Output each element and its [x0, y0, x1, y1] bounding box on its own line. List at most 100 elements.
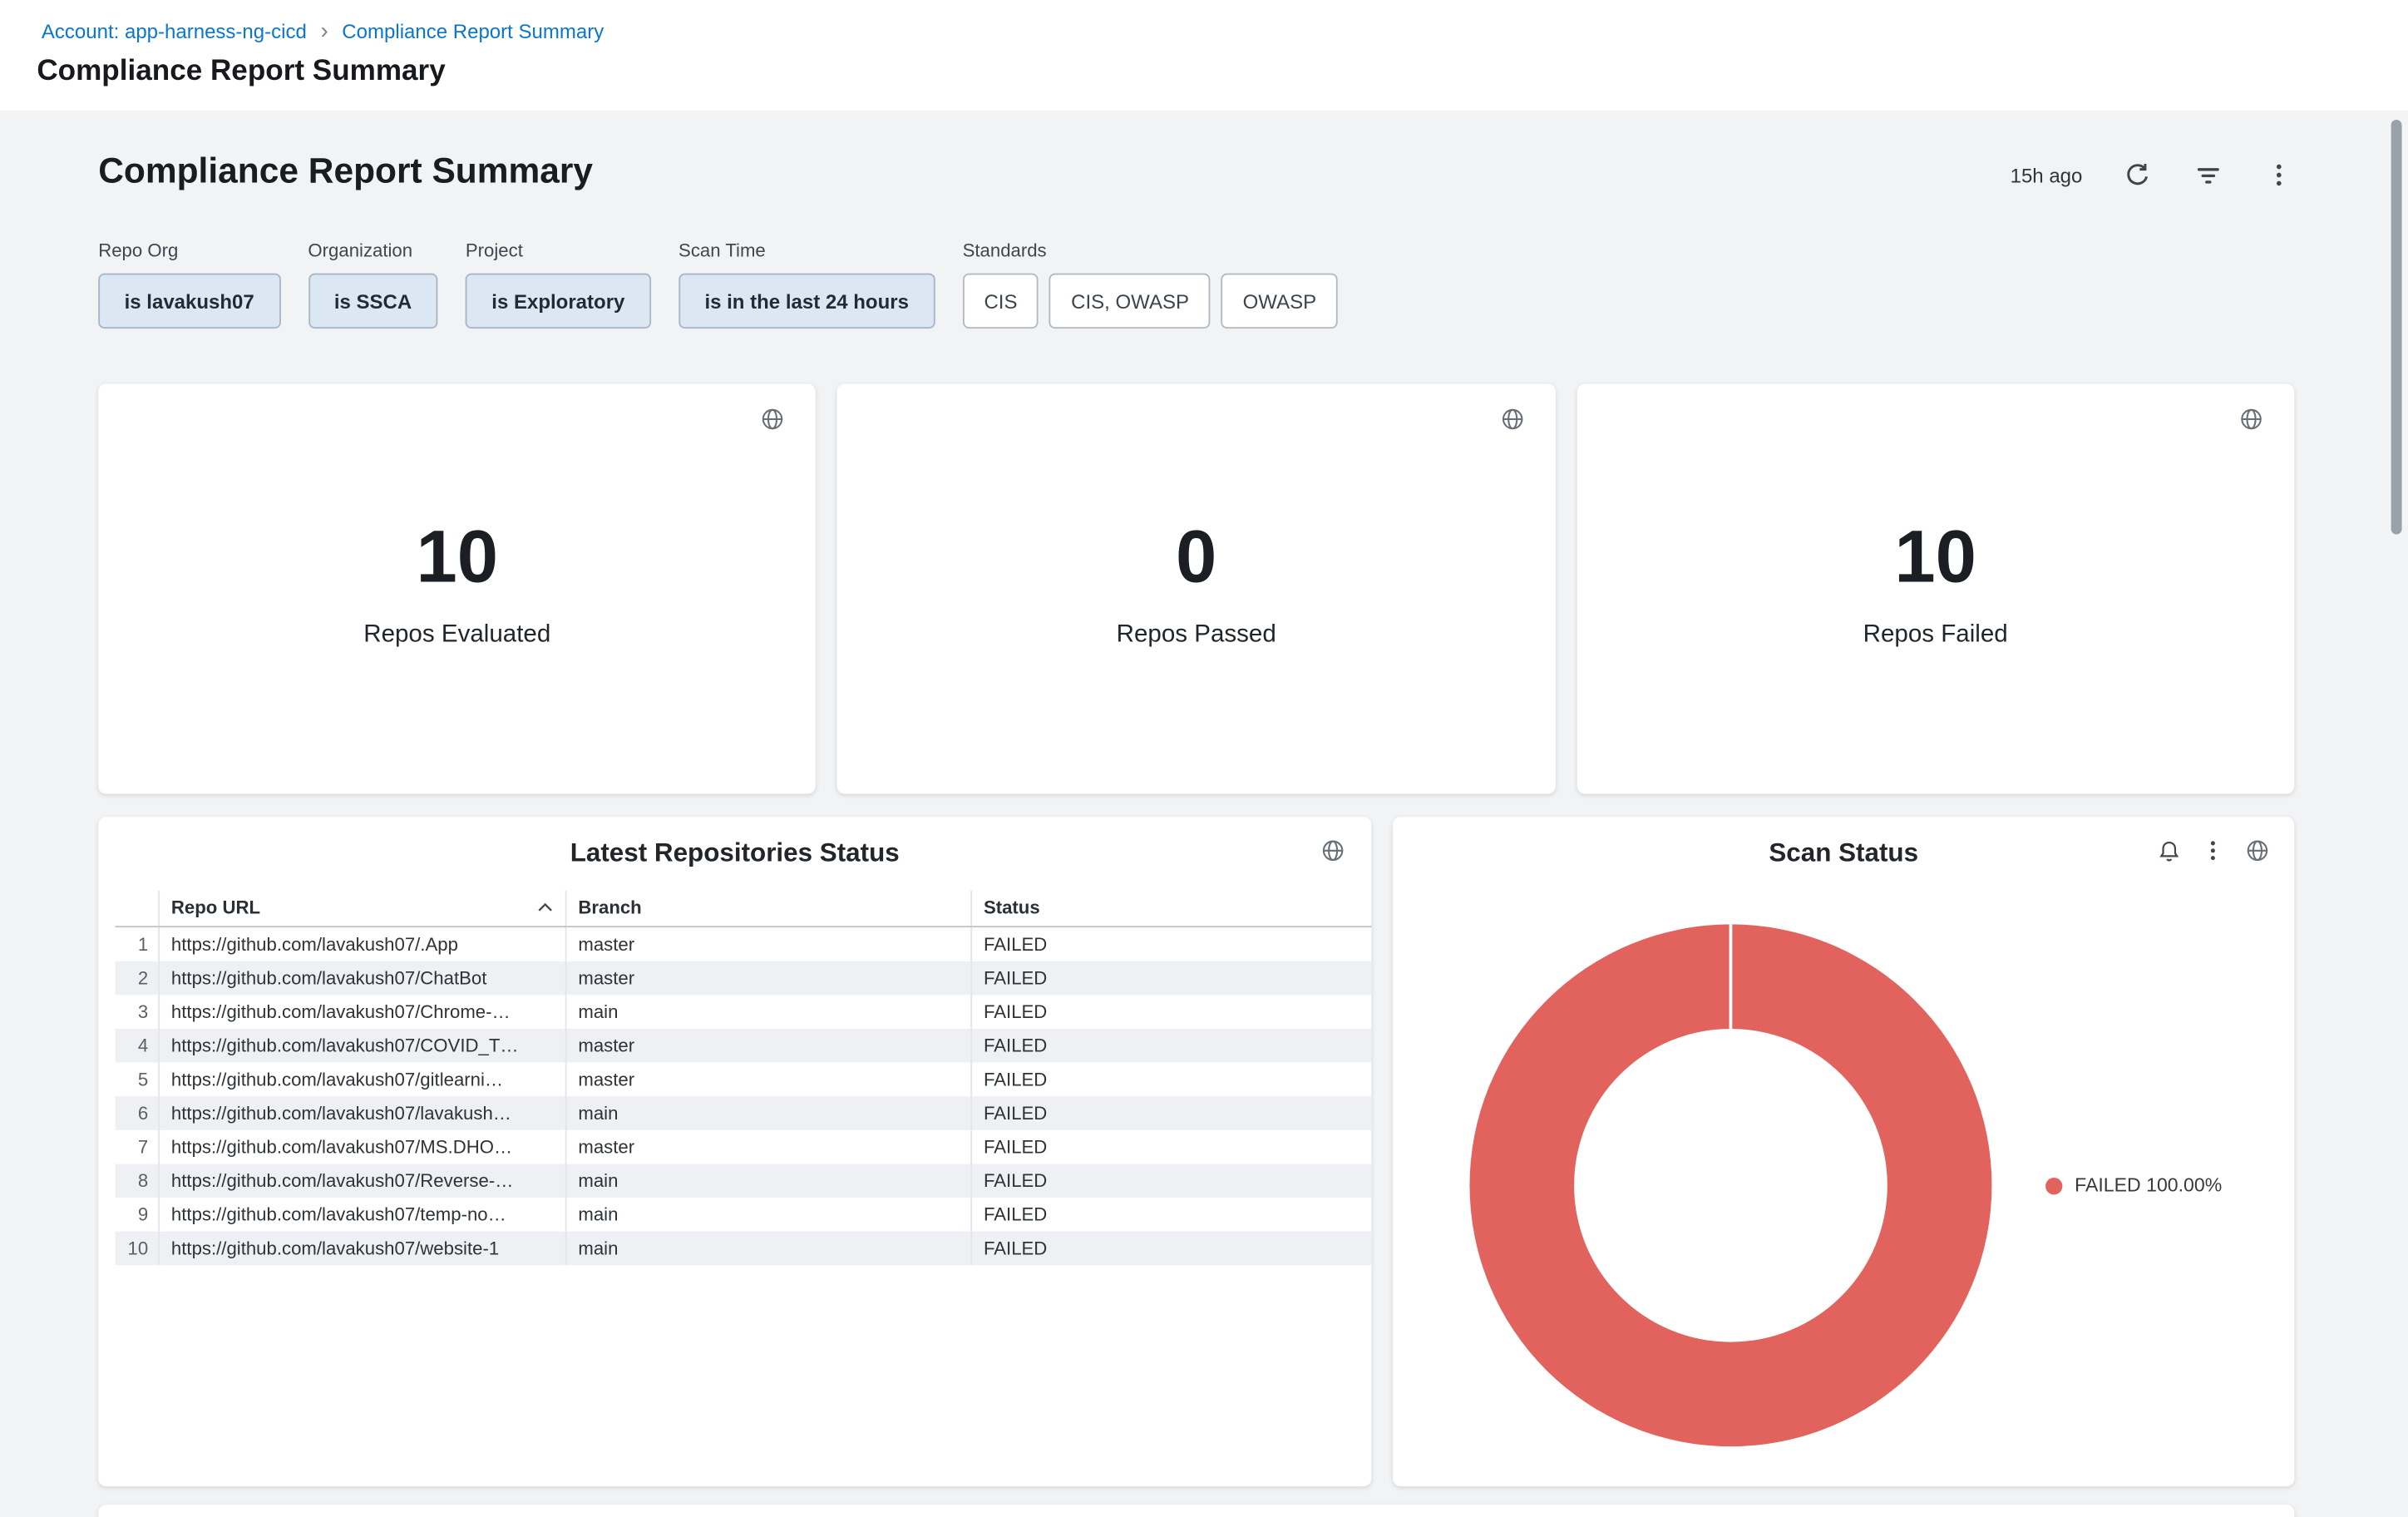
filter-chip-project[interactable]: is Exploratory: [466, 274, 651, 329]
repo-url-cell: https://github.com/lavakush07/website-1: [158, 1232, 565, 1266]
table-row: 9https://github.com/lavakush07/temp-no…m…: [116, 1198, 1372, 1232]
chart-card-actions: [2153, 835, 2272, 866]
filter-scan-time: Scan Time is in the last 24 hours: [678, 240, 935, 329]
status-cell: FAILED: [970, 1164, 1371, 1198]
table-row: 8https://github.com/lavakush07/Reverse-……: [116, 1164, 1372, 1198]
repositories-table: Repo URL Branch Status 1https://github.c…: [116, 891, 1372, 1265]
table-row: 6https://github.com/lavakush07/lavakush……: [116, 1096, 1372, 1130]
stat-value: 10: [1894, 522, 1976, 596]
filter-organization: Organization is SSCA: [308, 240, 437, 329]
branch-cell: main: [565, 995, 971, 1029]
table-card-title: Latest Repositories Status: [98, 838, 1371, 869]
filter-bar: Repo Org is lavakush07 Organization is S…: [98, 240, 1338, 329]
repo-url-cell: https://github.com/lavakush07/ChatBot: [158, 961, 565, 996]
repo-url-cell: https://github.com/lavakush07/MS.DHO…: [158, 1130, 565, 1164]
donut-slice-border: [1730, 924, 1733, 1030]
standards-chip-cis-owasp[interactable]: CIS, OWASP: [1049, 274, 1211, 329]
column-header-branch[interactable]: Branch: [565, 891, 971, 927]
latest-repositories-card: Latest Repositories Status Repo URL: [98, 817, 1371, 1486]
globe-icon[interactable]: [757, 404, 788, 435]
column-header-label: Repo URL: [171, 897, 260, 918]
repo-url-cell: https://github.com/lavakush07/temp-no…: [158, 1198, 565, 1232]
stat-value: 10: [416, 522, 498, 596]
filter-label: Repo Org: [98, 240, 280, 261]
status-cell: FAILED: [970, 1232, 1371, 1266]
repo-url-cell: https://github.com/lavakush07/Reverse-…: [158, 1164, 565, 1198]
repo-url-cell: https://github.com/lavakush07/Chrome-…: [158, 995, 565, 1029]
kebab-menu-icon[interactable]: [2263, 160, 2294, 190]
filter-repo-org: Repo Org is lavakush07: [98, 240, 280, 329]
stat-label: Repos Evaluated: [363, 622, 550, 650]
kebab-menu-icon[interactable]: [2198, 835, 2228, 866]
filter-chip-repo-org[interactable]: is lavakush07: [98, 274, 280, 329]
row-number: 8: [116, 1164, 159, 1198]
dashboard-actions: 15h ago: [2011, 160, 2295, 190]
filter-chip-organization[interactable]: is SSCA: [308, 274, 437, 329]
breadcrumb-current-link[interactable]: Compliance Report Summary: [342, 20, 604, 43]
status-cell: FAILED: [970, 1063, 1371, 1097]
branch-cell: master: [565, 1063, 971, 1097]
page-title: Compliance Report Summary: [37, 55, 445, 89]
stat-card-repos-failed: 10 Repos Failed: [1577, 384, 2294, 794]
stat-card-repos-passed: 0 Repos Passed: [837, 384, 1555, 794]
stat-value: 0: [1176, 522, 1216, 596]
row-number: 2: [116, 961, 159, 996]
sort-asc-icon: [536, 903, 551, 912]
globe-icon[interactable]: [2236, 404, 2267, 435]
globe-icon[interactable]: [2242, 835, 2272, 866]
status-cell: FAILED: [970, 1198, 1371, 1232]
dashboard-area: Compliance Report Summary 15h ago: [0, 111, 2408, 1517]
donut-hole: [1574, 1029, 1887, 1342]
row-number-header: [116, 891, 159, 927]
scan-status-donut-chart: [1469, 924, 1991, 1446]
repo-url-cell: https://github.com/lavakush07/gitlearni…: [158, 1063, 565, 1097]
stat-label: Repos Passed: [1117, 622, 1276, 650]
filter-standards: Standards CIS CIS, OWASP OWASP: [963, 240, 1338, 329]
legend-label: FAILED 100.00%: [2075, 1174, 2222, 1196]
row-number: 6: [116, 1096, 159, 1130]
table-row: 5https://github.com/lavakush07/gitlearni…: [116, 1063, 1372, 1097]
filter-chip-scan-time[interactable]: is in the last 24 hours: [678, 274, 935, 329]
table-row: 2https://github.com/lavakush07/ChatBotma…: [116, 961, 1372, 996]
table-header-row: Repo URL Branch Status: [116, 891, 1372, 927]
refresh-icon[interactable]: [2122, 160, 2153, 190]
status-cell: FAILED: [970, 995, 1371, 1029]
scan-status-card: Scan Status: [1393, 817, 2294, 1486]
status-cell: FAILED: [970, 927, 1371, 961]
table-row: 7https://github.com/lavakush07/MS.DHO…ma…: [116, 1130, 1372, 1164]
status-cell: FAILED: [970, 1130, 1371, 1164]
filter-icon[interactable]: [2193, 160, 2223, 190]
branch-cell: master: [565, 1130, 971, 1164]
row-number: 7: [116, 1130, 159, 1164]
breadcrumb-chevron-icon: ›: [320, 19, 328, 42]
branch-cell: master: [565, 961, 971, 996]
standards-chip-owasp[interactable]: OWASP: [1221, 274, 1338, 329]
standards-chip-cis[interactable]: CIS: [963, 274, 1039, 329]
column-header-repo-url[interactable]: Repo URL: [158, 891, 565, 927]
row-number: 1: [116, 927, 159, 961]
status-cell: FAILED: [970, 961, 1371, 996]
column-header-status[interactable]: Status: [970, 891, 1371, 927]
status-cell: FAILED: [970, 1029, 1371, 1063]
table-row: 3https://github.com/lavakush07/Chrome-…m…: [116, 995, 1372, 1029]
branch-cell: main: [565, 1232, 971, 1266]
alert-bell-icon[interactable]: [2153, 835, 2183, 866]
legend-item-failed[interactable]: FAILED 100.00%: [2045, 1174, 2222, 1196]
branch-cell: main: [565, 1096, 971, 1130]
repo-url-cell: https://github.com/lavakush07/.App: [158, 927, 565, 961]
next-card-partial: [98, 1505, 2294, 1517]
breadcrumb-account-link[interactable]: Account: app-harness-ng-cicd: [42, 20, 307, 43]
repo-url-cell: https://github.com/lavakush07/lavakush…: [158, 1096, 565, 1130]
repo-url-cell: https://github.com/lavakush07/COVID_T…: [158, 1029, 565, 1063]
row-number: 5: [116, 1063, 159, 1097]
globe-icon[interactable]: [1318, 835, 1349, 866]
branch-cell: main: [565, 1164, 971, 1198]
branch-cell: master: [565, 1029, 971, 1063]
globe-icon[interactable]: [1497, 404, 1527, 435]
stat-label: Repos Failed: [1863, 622, 2008, 650]
bottom-row: Latest Repositories Status Repo URL: [98, 817, 2294, 1486]
row-number: 10: [116, 1232, 159, 1266]
table-row: 10https://github.com/lavakush07/website-…: [116, 1232, 1372, 1266]
status-cell: FAILED: [970, 1096, 1371, 1130]
scrollbar-thumb[interactable]: [2391, 120, 2402, 534]
